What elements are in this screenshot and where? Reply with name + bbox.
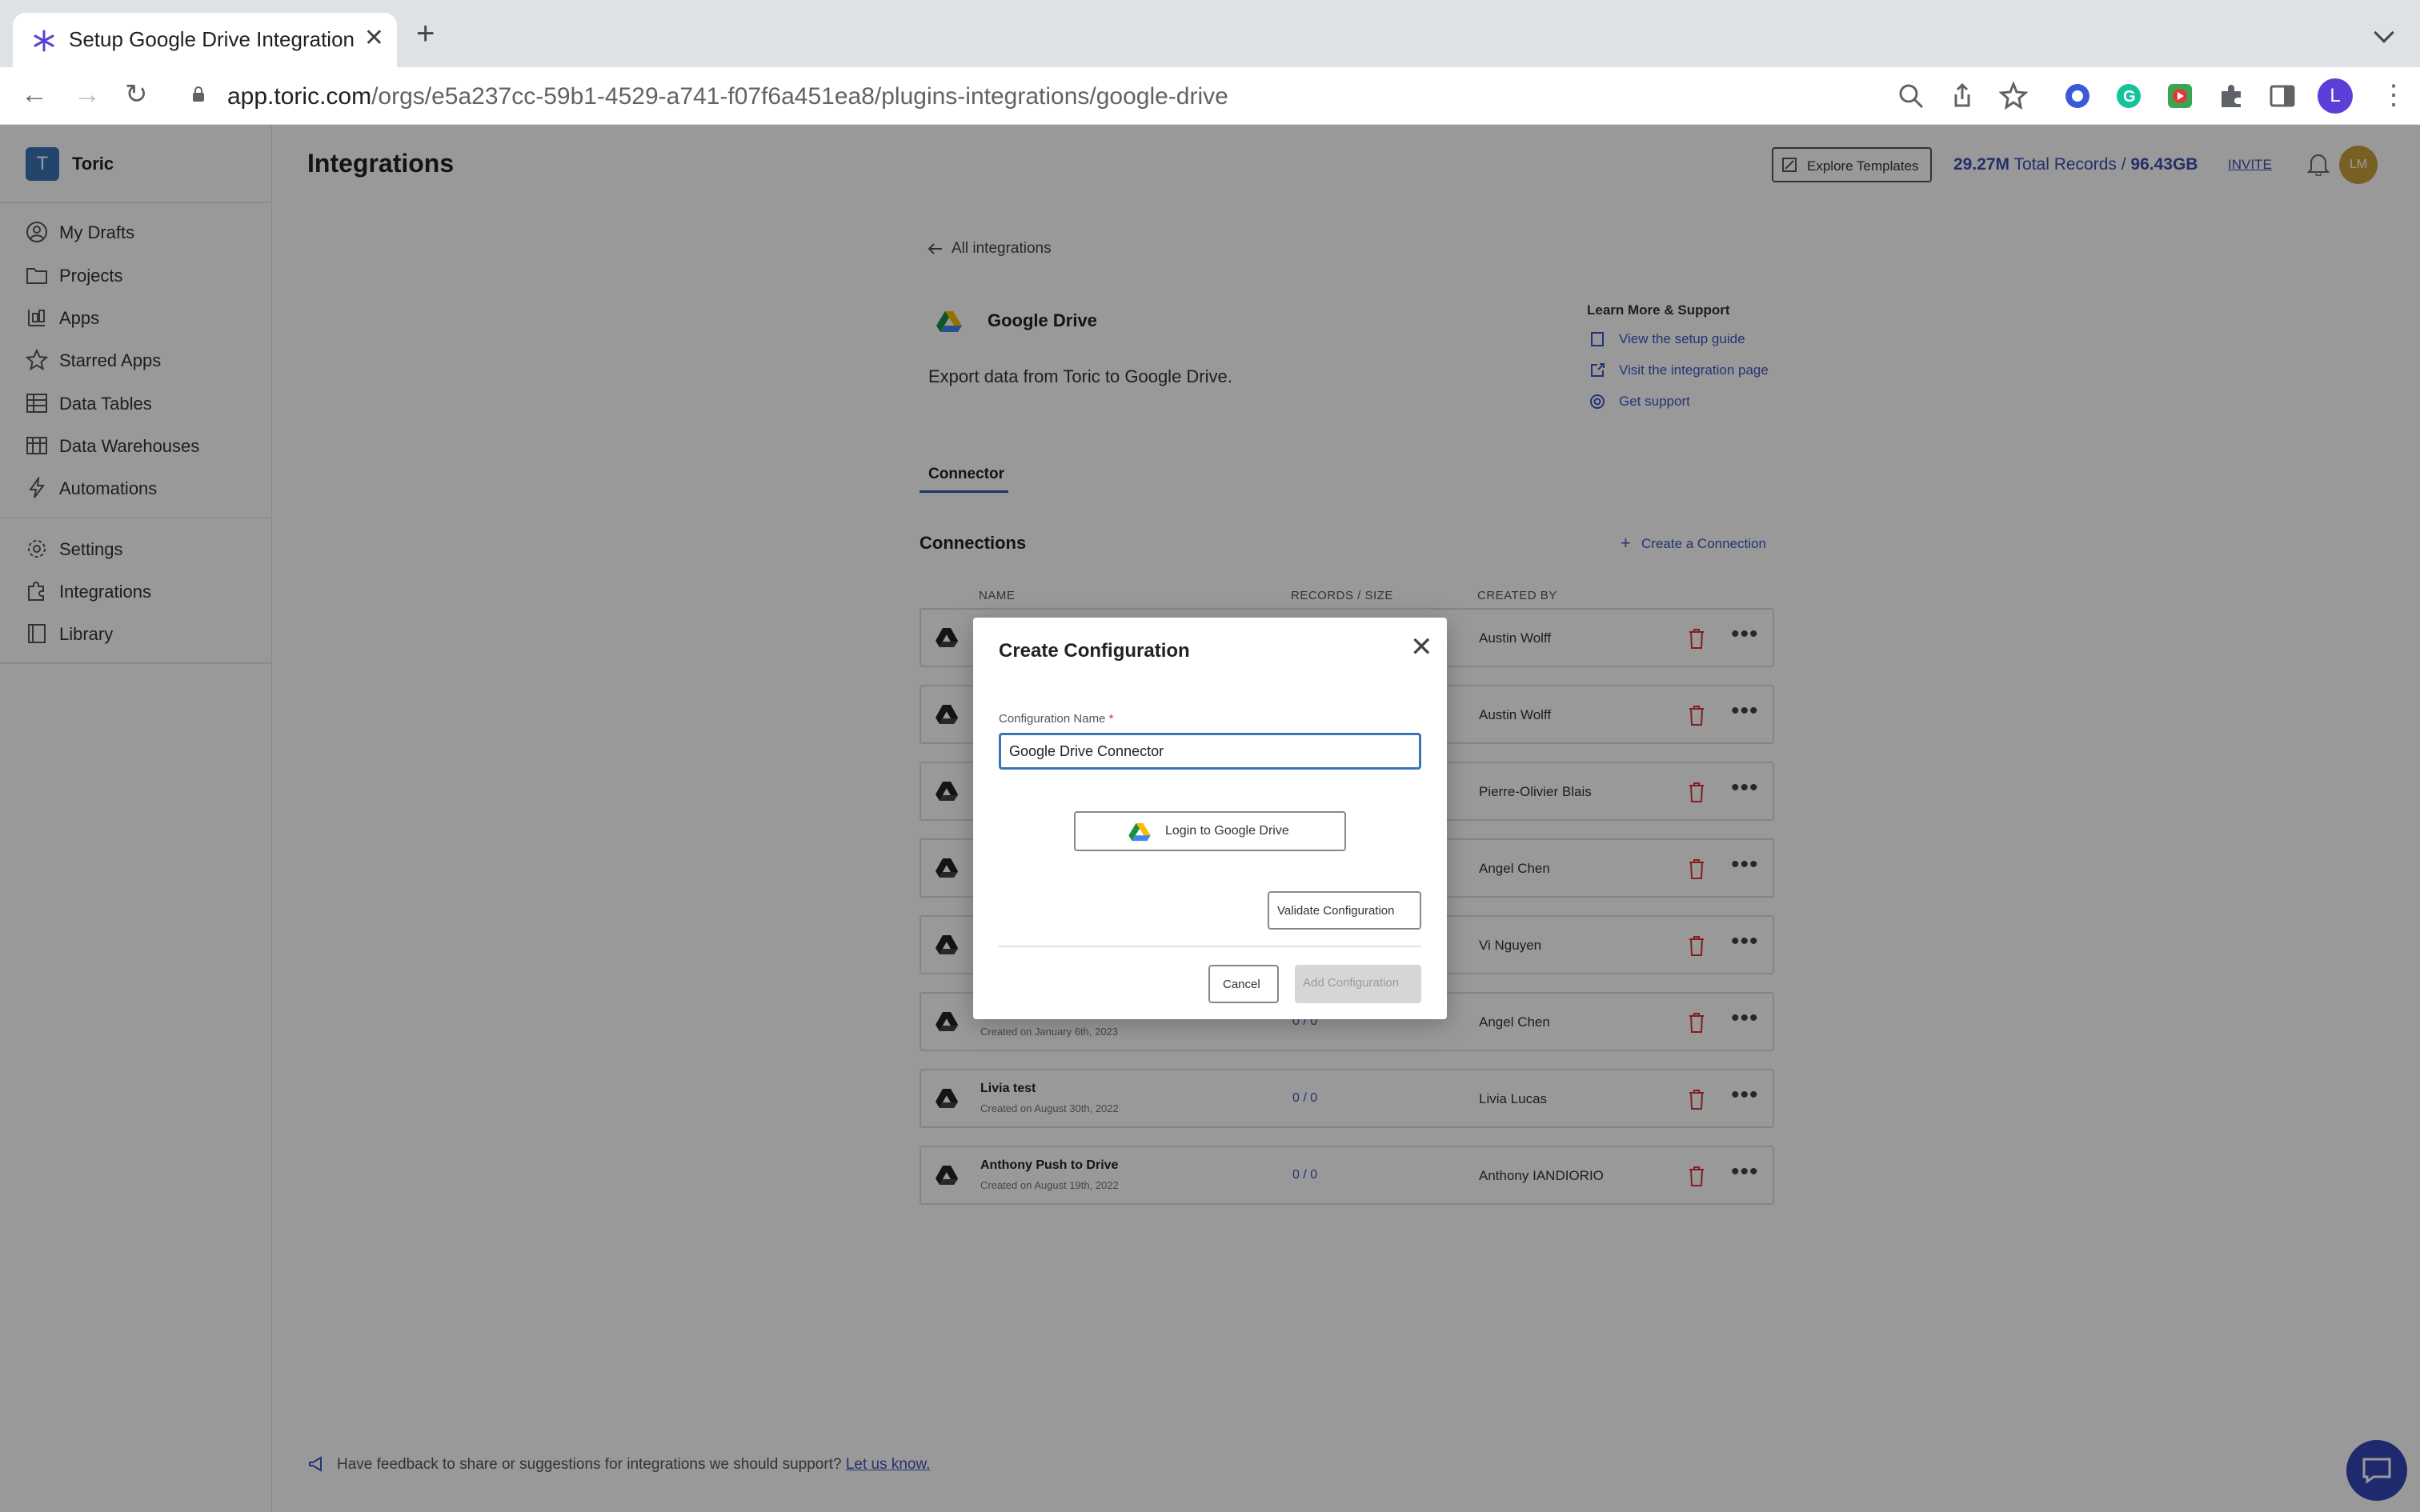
- browser-tab[interactable]: Setup Google Drive Integration ✕: [13, 13, 397, 67]
- back-icon[interactable]: ←: [21, 78, 48, 110]
- create-configuration-dialog: Create Configuration ✕ Configuration Nam…: [973, 618, 1447, 1019]
- extension-password-icon[interactable]: [2063, 82, 2092, 110]
- cancel-button[interactable]: Cancel: [1208, 965, 1279, 1003]
- browser-toolbar: ← → ↻ app.toric.com/orgs/e5a237cc-59b1-4…: [0, 67, 2420, 125]
- reload-icon[interactable]: ↻: [125, 78, 148, 110]
- cancel-label: Cancel: [1223, 978, 1260, 991]
- extension-video-icon[interactable]: [2166, 82, 2194, 110]
- tab-search-chevron-icon[interactable]: [2374, 22, 2394, 43]
- browser-menu-icon[interactable]: ⋮: [2380, 82, 2407, 109]
- lock-icon: [193, 86, 204, 102]
- configuration-name-label: Configuration Name *: [999, 712, 1114, 726]
- login-google-drive-label: Login to Google Drive: [1165, 824, 1289, 838]
- new-tab-icon[interactable]: +: [416, 18, 435, 50]
- address-bar[interactable]: app.toric.com/orgs/e5a237cc-59b1-4529-a7…: [171, 75, 1884, 117]
- browser-tab-strip: Setup Google Drive Integration ✕ +: [0, 0, 2420, 67]
- validate-configuration-button[interactable]: Validate Configuration: [1268, 891, 1421, 930]
- google-drive-icon: [1128, 822, 1151, 842]
- svg-text:G: G: [2123, 88, 2136, 106]
- close-icon[interactable]: ✕: [1410, 634, 1433, 661]
- configuration-name-input[interactable]: [999, 733, 1421, 770]
- url-text: app.toric.com/orgs/e5a237cc-59b1-4529-a7…: [227, 83, 1228, 110]
- modal-title: Create Configuration: [999, 640, 1190, 662]
- forward-icon[interactable]: →: [74, 78, 101, 110]
- extensions-puzzle-icon[interactable]: [2217, 82, 2246, 110]
- login-google-drive-button[interactable]: Login to Google Drive: [1074, 811, 1346, 851]
- share-icon[interactable]: [1948, 82, 1977, 110]
- modal-divider: [999, 946, 1421, 947]
- tab-close-icon[interactable]: ✕: [364, 24, 384, 52]
- add-configuration-button[interactable]: Add Configuration: [1295, 965, 1421, 1003]
- toric-logo-icon: [34, 30, 54, 52]
- add-configuration-label: Add Configuration: [1303, 976, 1400, 990]
- profile-avatar[interactable]: L: [2318, 78, 2353, 114]
- validate-configuration-label: Validate Configuration: [1277, 904, 1395, 918]
- bookmark-star-icon[interactable]: [1999, 82, 2028, 110]
- extension-grammarly-icon[interactable]: G: [2114, 82, 2143, 110]
- tab-title: Setup Google Drive Integration: [69, 27, 355, 51]
- zoom-icon[interactable]: [1897, 82, 1925, 110]
- side-panel-icon[interactable]: [2268, 82, 2297, 110]
